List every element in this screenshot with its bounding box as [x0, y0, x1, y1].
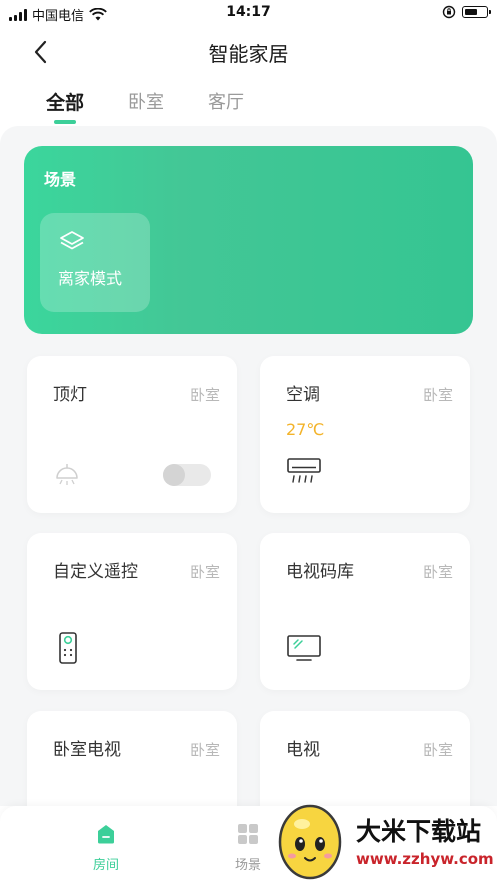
status-time: 14:17	[226, 4, 271, 20]
scene-card: 场景 离家模式	[24, 146, 473, 334]
mascot-icon	[278, 804, 342, 880]
device-room: 卧室	[422, 741, 453, 759]
temperature-value: 27℃	[286, 420, 325, 439]
room-tabs: 全部 卧室 客厅	[46, 88, 244, 124]
device-name: 空调	[286, 385, 320, 405]
remote-icon	[59, 632, 77, 664]
content-area: 场景 离家模式 顶灯 卧室 空调 卧室 27℃ 自定义遥控 卧室 电视码库 卧室…	[0, 126, 497, 868]
device-name: 卧室电视	[53, 740, 121, 760]
battery-icon	[462, 6, 491, 18]
scene-mode-label: 离家模式	[58, 269, 123, 288]
page-title: 智能家居	[208, 42, 289, 66]
tab-label: 客厅	[208, 92, 245, 113]
air-conditioner-icon	[287, 458, 321, 483]
device-room: 卧室	[422, 386, 453, 404]
device-room: 卧室	[422, 563, 453, 581]
scene-title: 场景	[44, 170, 77, 189]
device-name: 电视	[286, 740, 320, 760]
bottom-nav-label: 房间	[92, 858, 119, 873]
tv-icon	[287, 635, 321, 661]
bottom-nav-scenes[interactable]: 场景	[218, 822, 278, 873]
tab-label: 全部	[46, 92, 85, 114]
watermark-url: www.zzhyw.com	[356, 850, 494, 868]
status-bar: 中国电信 14:17	[0, 0, 497, 26]
nav-bar: 智能家居	[0, 30, 497, 74]
lamp-icon	[56, 464, 78, 485]
tab-all[interactable]: 全部	[46, 88, 84, 124]
tab-living-room[interactable]: 客厅	[208, 88, 244, 124]
device-room: 卧室	[189, 563, 220, 581]
layers-icon	[60, 231, 84, 250]
orientation-lock-icon	[442, 5, 456, 19]
grid-icon	[238, 824, 258, 844]
watermark: 大米下载站 www.zzhyw.com	[272, 794, 497, 883]
home-icon	[98, 825, 114, 844]
device-room: 卧室	[189, 741, 220, 759]
scene-away-mode[interactable]: 离家模式	[40, 213, 150, 312]
device-name: 顶灯	[53, 385, 87, 405]
device-name: 电视码库	[286, 562, 354, 582]
bottom-nav-label: 场景	[234, 858, 261, 873]
device-card-tv-library[interactable]: 电视码库 卧室	[260, 533, 470, 690]
device-card-air-conditioner[interactable]: 空调 卧室 27℃	[260, 356, 470, 513]
tab-label: 卧室	[128, 92, 165, 113]
device-name: 自定义遥控	[53, 562, 138, 582]
device-room: 卧室	[189, 386, 220, 404]
device-card-ceiling-light[interactable]: 顶灯 卧室	[27, 356, 237, 513]
device-card-custom-remote[interactable]: 自定义遥控 卧室	[27, 533, 237, 690]
tab-bedroom[interactable]: 卧室	[128, 88, 164, 124]
light-switch-toggle[interactable]	[163, 464, 211, 486]
bottom-nav-rooms[interactable]: 房间	[76, 822, 136, 873]
watermark-text: 大米下载站	[356, 817, 482, 846]
tab-indicator	[54, 120, 76, 124]
status-right	[442, 5, 491, 19]
